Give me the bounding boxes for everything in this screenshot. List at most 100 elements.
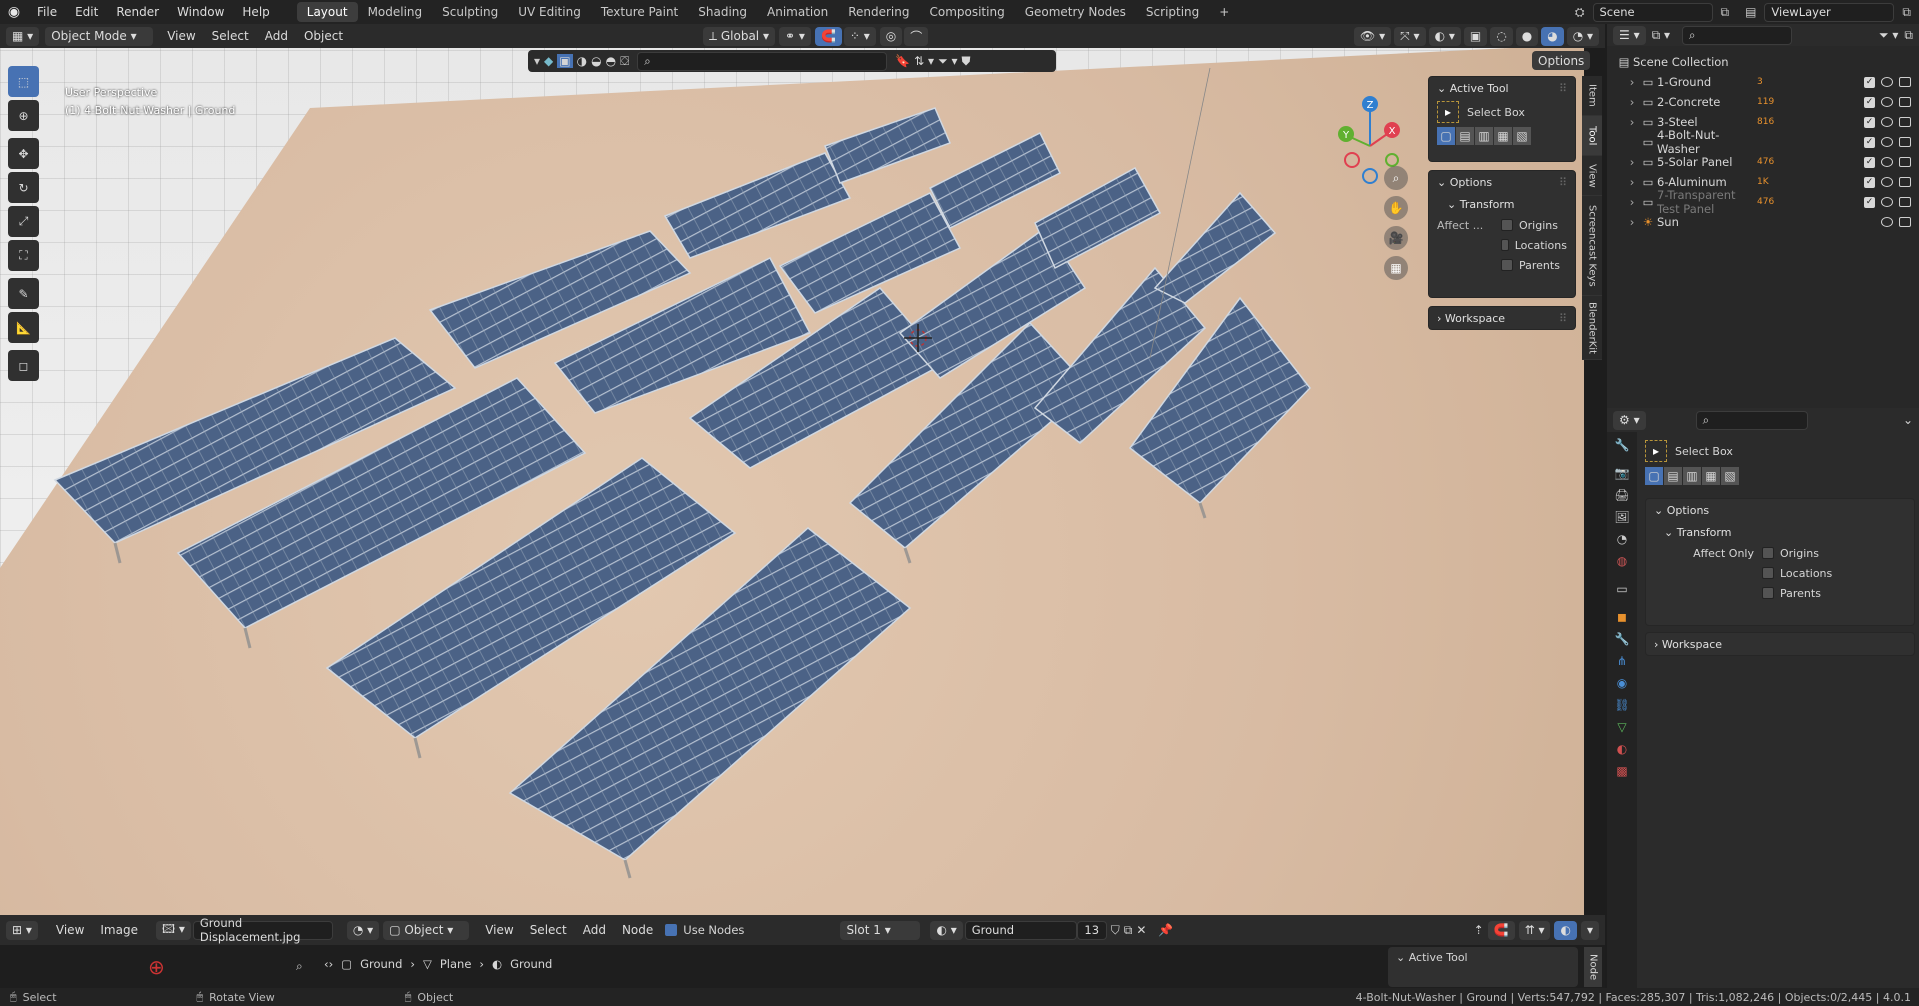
mode-select[interactable]: Object Mode ▾	[45, 26, 154, 46]
fake-user-shield-icon[interactable]: ⛉	[1111, 923, 1120, 938]
scene-field[interactable]: Scene	[1592, 2, 1713, 22]
add-workspace-button[interactable]: +	[1209, 2, 1239, 22]
duplicate-material-icon[interactable]: ⧉	[1124, 923, 1133, 938]
slot-select[interactable]: Slot 1 ▾	[840, 920, 921, 940]
shader-menu-view[interactable]: View	[48, 923, 92, 937]
mode-subtract-icon[interactable]: ▥	[1475, 127, 1493, 145]
exclude-checkbox[interactable]: ✓	[1864, 116, 1875, 128]
options-header[interactable]: ⌄ Options ⠿	[1437, 171, 1567, 193]
visibility-eye-icon[interactable]	[1881, 97, 1893, 107]
viewlayer-icon[interactable]: ▤	[1745, 5, 1756, 19]
props-mode-subtract-icon[interactable]: ▥	[1683, 467, 1701, 485]
outliner-editor-type[interactable]: ☰ ▾	[1613, 25, 1646, 45]
modifier-props-icon[interactable]: 🔧	[1615, 632, 1630, 646]
shading-wireframe-icon[interactable]: ◌	[1490, 26, 1513, 46]
mode-extend-icon[interactable]: ▤	[1456, 127, 1474, 145]
gizmo-toggle[interactable]: ⤧ ▾	[1394, 26, 1426, 46]
props-parents-checkbox[interactable]	[1762, 587, 1774, 599]
add-cube-tool-icon[interactable]: ◻	[8, 350, 39, 381]
tab-shading[interactable]: Shading	[688, 2, 757, 22]
tab-view[interactable]: View	[1582, 156, 1602, 196]
properties-editor-type[interactable]: ⚙ ▾	[1613, 410, 1646, 430]
color-picker-icon[interactable]: ▾	[534, 54, 540, 68]
texture-props-icon[interactable]: ▩	[1616, 764, 1627, 778]
options-button[interactable]: Options	[1532, 51, 1591, 70]
tab-rendering[interactable]: Rendering	[838, 2, 919, 22]
viewport-menu-select[interactable]: Select	[204, 29, 257, 43]
tab-animation[interactable]: Animation	[757, 2, 838, 22]
visibility-eye-icon[interactable]	[1881, 197, 1893, 207]
menu-render[interactable]: Render	[107, 5, 168, 19]
expand-arrow-icon[interactable]: ›	[1625, 115, 1639, 129]
workspace-header[interactable]: › Workspace ⠿	[1437, 307, 1567, 329]
mode-invert-icon[interactable]: ▦	[1494, 127, 1512, 145]
outliner-search-input[interactable]: ⌕	[1682, 25, 1793, 45]
expand-arrow-icon[interactable]: ›	[1625, 95, 1639, 109]
zoom-icon[interactable]: ⌕	[1384, 166, 1408, 190]
outliner-item[interactable]: › ▭ 1-Ground 3 ✓	[1615, 72, 1911, 92]
menu-help[interactable]: Help	[233, 5, 278, 19]
visibility-eye-icon[interactable]	[1881, 177, 1893, 187]
props-origins-checkbox[interactable]	[1762, 547, 1774, 559]
xray-toggle[interactable]: ▣	[1463, 26, 1488, 46]
image-name-field[interactable]: Ground Displacement.jpg	[192, 916, 333, 944]
tab-uv-editing[interactable]: UV Editing	[508, 2, 591, 22]
props-options-header[interactable]: ⌄ Options	[1654, 499, 1906, 521]
new-scene-icon[interactable]: ⧉	[1721, 5, 1730, 20]
outliner-item[interactable]: › ☀ Sun	[1615, 212, 1911, 232]
image-browse-icon[interactable]: 🖾 ▾	[155, 920, 191, 940]
menu-edit[interactable]: Edit	[66, 5, 107, 19]
rotate-tool-icon[interactable]: ↻	[8, 172, 39, 203]
viewport-menu-object[interactable]: Object	[296, 29, 351, 43]
new-collection-icon[interactable]: ⧉	[1904, 28, 1913, 43]
collection-props-icon[interactable]: ▭	[1616, 582, 1627, 596]
props-mode-invert-icon[interactable]: ▦	[1702, 467, 1720, 485]
proportional-edit-toggle[interactable]: ◎	[879, 26, 903, 46]
exclude-checkbox[interactable]: ✓	[1864, 196, 1875, 208]
viewport-menu-add[interactable]: Add	[257, 29, 296, 43]
bookmark-icon[interactable]: 🔖	[895, 54, 910, 68]
visibility-eye-icon[interactable]	[1881, 137, 1893, 147]
physics-props-icon[interactable]: ◉	[1617, 676, 1627, 690]
props-mode-extend-icon[interactable]: ▤	[1664, 467, 1682, 485]
world-props-icon[interactable]: ◍	[1617, 554, 1627, 568]
filter-light-icon[interactable]: ◑	[577, 54, 587, 68]
locations-checkbox[interactable]	[1501, 239, 1509, 251]
display-mode-icon[interactable]: ⧉ ▾	[1652, 28, 1670, 43]
viewport-search-input[interactable]: ⌕	[637, 51, 888, 71]
filter-empty-icon[interactable]: ◓	[606, 54, 616, 68]
filter-funnel-icon[interactable]: ⏷ ▾	[938, 54, 957, 69]
shader-type-icon[interactable]: ◔ ▾	[346, 920, 380, 940]
tab-blenderkit[interactable]: BlenderKit	[1582, 296, 1602, 360]
object-props-icon[interactable]: ◼	[1617, 610, 1627, 624]
visibility-eye-icon[interactable]	[1881, 117, 1893, 127]
visibility-eye-icon[interactable]	[1881, 77, 1893, 87]
tab-geometry-nodes[interactable]: Geometry Nodes	[1015, 2, 1136, 22]
material-users-count[interactable]: 13	[1076, 920, 1107, 940]
expand-arrow-icon[interactable]: ›	[1625, 175, 1639, 189]
render-camera-icon[interactable]	[1899, 197, 1911, 207]
node-menu-view[interactable]: View	[477, 923, 521, 937]
breadcrumb-object[interactable]: Ground	[360, 957, 402, 971]
shading-material-icon[interactable]: ◕	[1541, 26, 1564, 46]
active-tool-header[interactable]: ⌄ Active Tool ⠿	[1437, 77, 1567, 99]
properties-collapse-icon[interactable]: ⌄	[1903, 413, 1913, 427]
object-type-select[interactable]: ▢ Object ▾	[383, 920, 470, 940]
cursor-tool-icon[interactable]: ⊕	[8, 100, 39, 131]
expand-arrow-icon[interactable]: ›	[1625, 75, 1639, 89]
ortho-grid-icon[interactable]: ▦	[1384, 256, 1408, 280]
shading-solid-icon[interactable]: ●	[1515, 26, 1539, 46]
overlay-toggle[interactable]: ◐ ▾	[1428, 26, 1461, 46]
particles-props-icon[interactable]: ⋔	[1617, 654, 1627, 668]
render-camera-icon[interactable]	[1899, 77, 1911, 87]
tab-node[interactable]: Node	[1584, 947, 1602, 987]
properties-search-input[interactable]: ⌕	[1695, 410, 1808, 430]
tab-modeling[interactable]: Modeling	[358, 2, 433, 22]
pan-hand-icon[interactable]: ✋	[1384, 196, 1408, 220]
expand-arrow-icon[interactable]: ›	[1625, 215, 1639, 229]
shield-icon[interactable]: ⛊	[962, 54, 971, 69]
visibility-eye-icon[interactable]	[1881, 157, 1893, 167]
props-mode-intersect-icon[interactable]: ▧	[1721, 467, 1739, 485]
render-camera-icon[interactable]	[1899, 97, 1911, 107]
tab-compositing[interactable]: Compositing	[919, 2, 1014, 22]
